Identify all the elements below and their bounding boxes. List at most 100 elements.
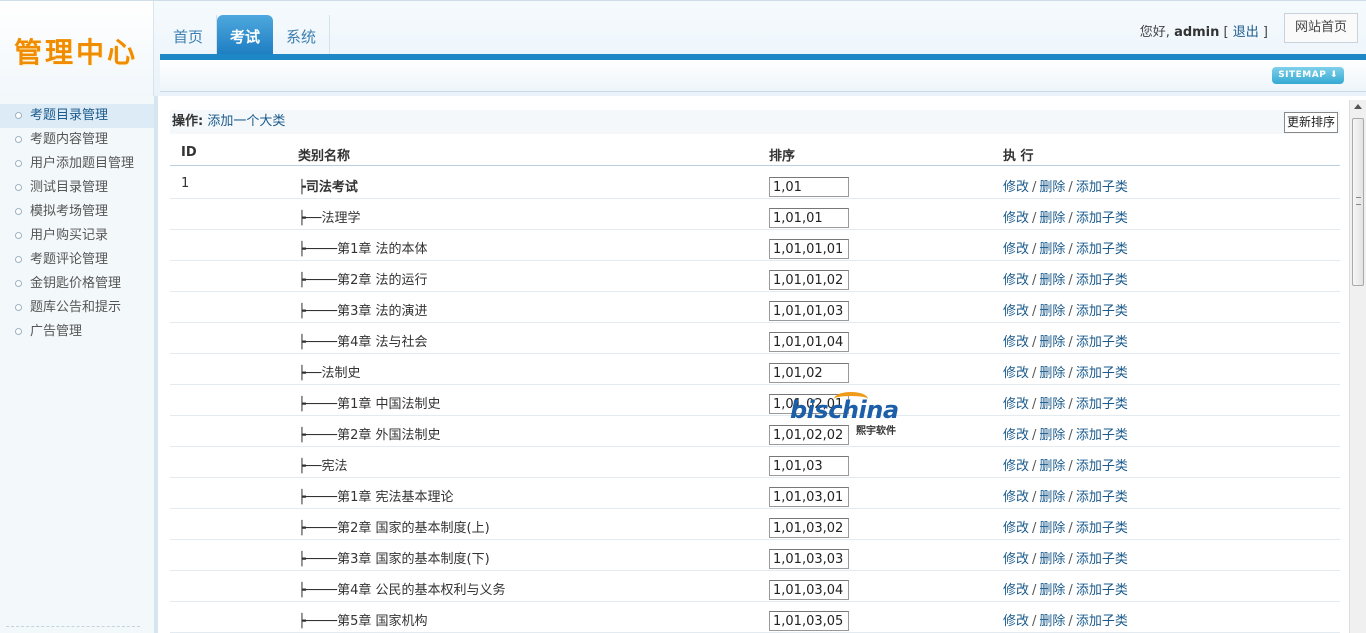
sidebar-item-label: 金钥匙价格管理 (30, 276, 122, 291)
watermark-subtext: 熙宇软件 (856, 426, 896, 437)
add-subcategory-link[interactable]: 添加子类 (1076, 490, 1128, 505)
add-subcategory-link[interactable]: 添加子类 (1076, 397, 1128, 412)
add-subcategory-link[interactable]: 添加子类 (1076, 428, 1128, 443)
add-subcategory-link[interactable]: 添加子类 (1076, 211, 1128, 226)
row-category-name: ┝────第4章 公民的基本权利与义务 (298, 583, 506, 598)
sidebar-item-label: 考题目录管理 (30, 108, 109, 123)
add-subcategory-link[interactable]: 添加子类 (1076, 335, 1128, 350)
add-subcategory-link[interactable]: 添加子类 (1076, 552, 1128, 567)
delete-link[interactable]: 删除 (1039, 366, 1065, 381)
add-subcategory-link[interactable]: 添加子类 (1076, 459, 1128, 474)
delete-link[interactable]: 删除 (1039, 428, 1065, 443)
delete-link[interactable]: 删除 (1039, 180, 1065, 195)
update-order-button[interactable]: 更新排序 (1283, 112, 1338, 133)
add-subcategory-link[interactable]: 添加子类 (1076, 180, 1128, 195)
edit-link[interactable]: 修改 (1003, 397, 1029, 412)
row-id: 1 (181, 176, 190, 191)
sitemap-button[interactable]: SITEMAP ⬇ (1272, 67, 1344, 84)
edit-link[interactable]: 修改 (1003, 583, 1029, 598)
row-order-input[interactable] (769, 611, 849, 631)
row-order-input[interactable] (769, 239, 849, 259)
action-separator: / (1068, 242, 1073, 257)
row-order-input[interactable] (769, 580, 849, 600)
edit-link[interactable]: 修改 (1003, 242, 1029, 257)
scroll-up-arrow-icon[interactable] (1354, 104, 1362, 109)
sidebar-item[interactable]: 题库公告和提示 (0, 296, 154, 320)
sidebar-item[interactable]: 考题内容管理 (0, 128, 154, 152)
scroll-thumb[interactable] (1352, 118, 1364, 286)
delete-link[interactable]: 删除 (1039, 521, 1065, 536)
delete-link[interactable]: 删除 (1039, 583, 1065, 598)
table-body: 1┝司法考试修改/删除/添加子类┝──法理学修改/删除/添加子类┝────第1章… (170, 168, 1340, 633)
table-row: ┝────第2章 外国法制史修改/删除/添加子类 (170, 416, 1340, 447)
add-subcategory-link[interactable]: 添加子类 (1076, 242, 1128, 257)
sidebar-item[interactable]: 考题目录管理 (0, 104, 154, 128)
sidebar-item[interactable]: 广告管理 (0, 320, 154, 344)
delete-link[interactable]: 删除 (1039, 335, 1065, 350)
row-order-input[interactable] (769, 487, 849, 507)
edit-link[interactable]: 修改 (1003, 490, 1029, 505)
row-order-input[interactable] (769, 208, 849, 228)
delete-link[interactable]: 删除 (1039, 614, 1065, 629)
add-subcategory-link[interactable]: 添加子类 (1076, 273, 1128, 288)
row-category-name: ┝────第5章 国家机构 (298, 614, 428, 629)
row-category-name: ┝────第2章 国家的基本制度(上) (298, 521, 490, 536)
row-order-input[interactable] (769, 332, 849, 352)
add-subcategory-link[interactable]: 添加子类 (1076, 366, 1128, 381)
edit-link[interactable]: 修改 (1003, 366, 1029, 381)
sidebar-item[interactable]: 模拟考场管理 (0, 200, 154, 224)
table-row: ┝──宪法修改/删除/添加子类 (170, 447, 1340, 478)
edit-link[interactable]: 修改 (1003, 304, 1029, 319)
add-subcategory-link[interactable]: 添加子类 (1076, 304, 1128, 319)
bullet-icon (15, 232, 22, 239)
edit-link[interactable]: 修改 (1003, 180, 1029, 195)
table-row: ┝────第1章 法的本体修改/删除/添加子类 (170, 230, 1340, 261)
delete-link[interactable]: 删除 (1039, 459, 1065, 474)
sidebar-item[interactable]: 考题评论管理 (0, 248, 154, 272)
action-separator: / (1032, 211, 1037, 226)
row-order-input[interactable] (769, 177, 849, 197)
edit-link[interactable]: 修改 (1003, 521, 1029, 536)
row-order-input[interactable] (769, 363, 849, 383)
action-separator: / (1032, 397, 1037, 412)
tab-home[interactable]: 首页 (160, 15, 218, 55)
delete-link[interactable]: 删除 (1039, 490, 1065, 505)
row-order-input[interactable] (769, 301, 849, 321)
delete-link[interactable]: 删除 (1039, 304, 1065, 319)
row-order-input[interactable] (769, 549, 849, 569)
edit-link[interactable]: 修改 (1003, 273, 1029, 288)
sidebar-item[interactable]: 金钥匙价格管理 (0, 272, 154, 296)
delete-link[interactable]: 删除 (1039, 273, 1065, 288)
delete-link[interactable]: 删除 (1039, 397, 1065, 412)
sidebar-item[interactable]: 用户购买记录 (0, 224, 154, 248)
row-order-input[interactable] (769, 270, 849, 290)
edit-link[interactable]: 修改 (1003, 428, 1029, 443)
table-row: ┝──法制史修改/删除/添加子类 (170, 354, 1340, 385)
edit-link[interactable]: 修改 (1003, 459, 1029, 474)
row-order-input[interactable] (769, 518, 849, 538)
delete-link[interactable]: 删除 (1039, 552, 1065, 567)
edit-link[interactable]: 修改 (1003, 335, 1029, 350)
site-home-button[interactable]: 网站首页 (1284, 13, 1358, 43)
vertical-scrollbar[interactable] (1349, 100, 1366, 633)
main-tabs: 首页 考试 系统 (160, 15, 331, 55)
edit-link[interactable]: 修改 (1003, 614, 1029, 629)
row-order-input[interactable] (769, 456, 849, 476)
add-category-link[interactable]: 添加一个大类 (207, 114, 285, 129)
tab-system[interactable]: 系统 (273, 15, 331, 55)
sidebar-item[interactable]: 用户添加题目管理 (0, 152, 154, 176)
delete-link[interactable]: 删除 (1039, 211, 1065, 226)
edit-link[interactable]: 修改 (1003, 211, 1029, 226)
logout-link[interactable]: 退出 (1233, 25, 1259, 40)
delete-link[interactable]: 删除 (1039, 242, 1065, 257)
row-actions: 修改 / 删除 / 添加子类 (1003, 424, 1128, 443)
sidebar: 考题目录管理考题内容管理 用户添加题目管理 测试目录管理 模拟考场管理 用户购买记录 考题… (0, 96, 158, 633)
add-subcategory-link[interactable]: 添加子类 (1076, 521, 1128, 536)
sidebar-item[interactable]: 测试目录管理 (0, 176, 154, 200)
add-subcategory-link[interactable]: 添加子类 (1076, 614, 1128, 629)
add-subcategory-link[interactable]: 添加子类 (1076, 583, 1128, 598)
edit-link[interactable]: 修改 (1003, 552, 1029, 567)
tab-exam[interactable]: 考试 (217, 15, 274, 55)
row-actions: 修改 / 删除 / 添加子类 (1003, 207, 1128, 226)
action-separator: / (1068, 583, 1073, 598)
